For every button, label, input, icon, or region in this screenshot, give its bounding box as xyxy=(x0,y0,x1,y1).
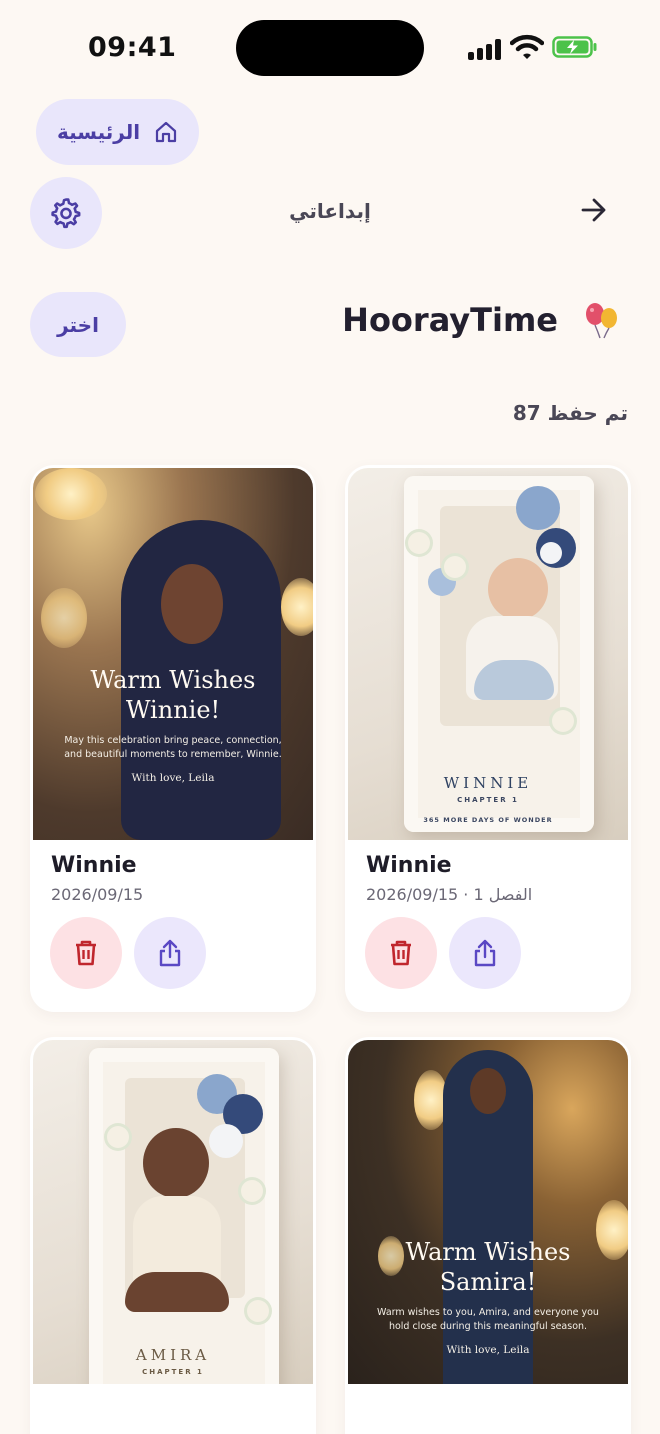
delete-button[interactable] xyxy=(365,917,437,989)
share-button[interactable] xyxy=(134,917,206,989)
card-thumbnail[interactable]: AMIRA CHAPTER 1 xyxy=(33,1040,313,1384)
cover-chapter: CHAPTER 1 xyxy=(457,796,519,804)
home-button[interactable]: الرئيسية xyxy=(36,99,199,165)
home-button-label: الرئيسية xyxy=(56,120,141,144)
card-meta: 2026/09/15 xyxy=(51,885,144,904)
card-title: Winnie xyxy=(51,853,137,878)
creation-card[interactable]: Warm Wishes Winnie! May this celebration… xyxy=(30,465,316,1012)
art-title-line2: Samira! xyxy=(439,1268,537,1296)
cellular-signal-icon xyxy=(468,38,502,60)
art-signature: With love, Leila xyxy=(446,1344,530,1356)
cover-chapter: CHAPTER 1 xyxy=(142,1368,204,1376)
status-bar: 09:41 xyxy=(0,0,660,96)
trash-icon xyxy=(391,940,411,966)
card-thumbnail[interactable]: Warm Wishes Samira! Warm wishes to you, … xyxy=(348,1040,628,1384)
creation-card[interactable]: AMIRA CHAPTER 1 xyxy=(30,1037,316,1434)
saved-count: تم حفظ 87 xyxy=(512,401,628,425)
dynamic-island xyxy=(236,20,424,76)
art-title-line1: Warm Wishes xyxy=(405,1238,571,1266)
art-message: May this celebration bring peace, connec… xyxy=(64,735,282,761)
balloons-icon xyxy=(586,303,617,339)
arrow-right-icon xyxy=(581,198,606,222)
house-icon xyxy=(155,121,177,143)
battery-charging-icon xyxy=(552,36,597,58)
greeting-artwork xyxy=(33,468,313,840)
brand: HoorayTime xyxy=(342,300,624,340)
trash-icon xyxy=(76,940,96,966)
status-time: 09:41 xyxy=(88,32,177,63)
cover-tagline: 365 MORE DAYS OF WONDER xyxy=(423,816,553,824)
creation-card[interactable]: WINNIE CHAPTER 1 365 MORE DAYS OF WONDER… xyxy=(345,465,631,1012)
card-thumbnail[interactable]: Warm Wishes Winnie! May this celebration… xyxy=(33,468,313,840)
share-icon xyxy=(474,939,496,967)
creation-card[interactable]: Warm Wishes Samira! Warm wishes to you, … xyxy=(345,1037,631,1434)
share-icon xyxy=(159,939,181,967)
card-meta: 2026/09/15 · الفصل 1 xyxy=(366,885,533,904)
brand-name: HoorayTime xyxy=(342,301,558,339)
birthday-artwork xyxy=(33,1040,313,1384)
delete-button[interactable] xyxy=(50,917,122,989)
wifi-icon xyxy=(510,34,544,59)
art-signature: With love, Leila xyxy=(131,772,215,784)
cover-name: AMIRA xyxy=(135,1346,211,1364)
share-button[interactable] xyxy=(449,917,521,989)
page-title: إبداعاتي xyxy=(289,199,371,223)
art-message: Warm wishes to you, Amira, and everyone … xyxy=(377,1307,599,1333)
card-title: Winnie xyxy=(366,853,452,878)
cover-name: WINNIE xyxy=(443,774,533,792)
art-title-line2: Winnie! xyxy=(125,696,221,724)
select-button[interactable]: اختر xyxy=(30,292,126,357)
art-title-line1: Warm Wishes xyxy=(90,666,256,694)
forward-button[interactable] xyxy=(574,192,614,228)
card-thumbnail[interactable]: WINNIE CHAPTER 1 365 MORE DAYS OF WONDER xyxy=(348,468,628,840)
